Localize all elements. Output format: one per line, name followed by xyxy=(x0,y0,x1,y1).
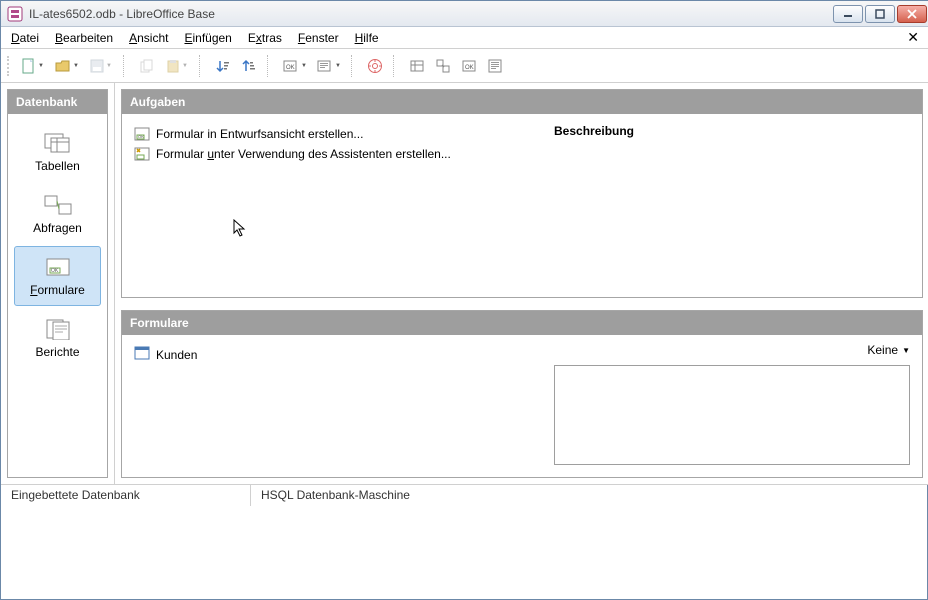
menubar: DDateiatei Bearbeiten Ansicht Einfügen E… xyxy=(1,27,928,49)
menu-view[interactable]: Ansicht xyxy=(123,29,174,47)
titlebar: IL-ates6502.odb - LibreOffice Base xyxy=(1,1,928,27)
tasks-panel: Aufgaben OK Formular in Entwurfsansicht … xyxy=(121,89,923,298)
toolbar-separator xyxy=(393,55,399,77)
description-header: Beschreibung xyxy=(554,124,910,138)
sort-descending-button[interactable] xyxy=(237,54,261,78)
menu-insert[interactable]: Einfügen xyxy=(178,29,237,47)
forms-header: Formulare xyxy=(122,311,922,335)
menu-help[interactable]: Hilfe xyxy=(349,29,385,47)
nav-queries-label: Abfragen xyxy=(33,221,82,235)
tasks-list: OK Formular in Entwurfsansicht erstellen… xyxy=(122,114,542,297)
minimize-button[interactable] xyxy=(833,5,863,23)
nav-tables-label: Tabellen xyxy=(35,159,80,173)
status-engine: HSQL Datenbank-Maschine xyxy=(251,485,928,506)
tasks-header: Aufgaben xyxy=(122,90,922,114)
reports-icon xyxy=(42,317,74,341)
queries-icon xyxy=(42,193,74,217)
svg-text:OK: OK xyxy=(286,65,295,71)
nav-queries[interactable]: Abfragen xyxy=(14,184,101,244)
document-close-icon[interactable]: ✕ xyxy=(901,29,925,46)
open-button[interactable]: ▼ xyxy=(51,54,83,78)
task-create-wizard[interactable]: Formular unter Verwendung des Assistente… xyxy=(134,144,530,164)
menu-edit[interactable]: Bearbeiten xyxy=(49,29,119,47)
nav-forms-label: Formulare xyxy=(30,283,85,297)
new-form-button[interactable]: OK▼ xyxy=(279,54,311,78)
nav-tables[interactable]: Tabellen xyxy=(14,122,101,182)
window-title: IL-ates6502.odb - LibreOffice Base xyxy=(29,7,215,21)
new-report-button[interactable]: ▼ xyxy=(313,54,345,78)
forms-icon: OK xyxy=(42,255,74,279)
paste-button[interactable]: ▼ xyxy=(161,54,193,78)
forms-panel: Formulare Kunden Keine ▼ xyxy=(121,310,923,478)
tables-icon xyxy=(42,131,74,155)
sidebar-header: Datenbank xyxy=(8,90,107,114)
svg-text:OK: OK xyxy=(138,134,144,139)
form-wizard-icon xyxy=(134,146,150,162)
chevron-down-icon: ▼ xyxy=(902,346,910,355)
forms-list: Kunden xyxy=(122,335,542,477)
sort-ascending-button[interactable] xyxy=(211,54,235,78)
form-item-label: Kunden xyxy=(156,348,197,362)
window-controls xyxy=(833,5,927,23)
maximize-button[interactable] xyxy=(865,5,895,23)
form-item-kunden[interactable]: Kunden xyxy=(134,343,530,366)
menu-window[interactable]: Fenster xyxy=(292,29,345,47)
copy-button[interactable] xyxy=(135,54,159,78)
tasks-description: Beschreibung xyxy=(542,114,922,297)
form-icon xyxy=(134,345,150,364)
new-table-button[interactable] xyxy=(405,54,429,78)
form-design-icon: OK xyxy=(134,126,150,142)
svg-text:OK: OK xyxy=(465,65,474,71)
toolbar-grip-icon xyxy=(7,56,11,76)
preview-mode-label: Keine xyxy=(867,343,898,357)
help-button[interactable] xyxy=(363,54,387,78)
preview-area xyxy=(554,365,910,465)
form-icon-button[interactable]: OK xyxy=(457,54,481,78)
sidebar: Datenbank Tabellen Abfragen OK Formulare… xyxy=(1,83,115,484)
toolbar-separator xyxy=(199,55,205,77)
task-create-wizard-label: Formular unter Verwendung des Assistente… xyxy=(156,147,451,161)
toolbar: ▼ ▼ ▼ ▼ OK▼ ▼ OK xyxy=(1,49,928,83)
nav-forms[interactable]: OK Formulare Formulare xyxy=(14,246,101,306)
app-icon xyxy=(7,6,23,22)
status-embedded: Eingebettete Datenbank xyxy=(1,485,251,506)
nav-reports[interactable]: Berichte xyxy=(14,308,101,368)
nav-list: Tabellen Abfragen OK Formulare Formulare… xyxy=(8,114,107,477)
toolbar-separator xyxy=(267,55,273,77)
preview-mode-dropdown[interactable]: Keine ▼ xyxy=(867,343,910,357)
close-button[interactable] xyxy=(897,5,927,23)
new-document-button[interactable]: ▼ xyxy=(17,54,49,78)
new-query-button[interactable] xyxy=(431,54,455,78)
toolbar-separator xyxy=(351,55,357,77)
statusbar: Eingebettete Datenbank HSQL Datenbank-Ma… xyxy=(1,484,928,506)
task-create-design-view[interactable]: OK Formular in Entwurfsansicht erstellen… xyxy=(134,124,530,144)
sidebar-panel: Datenbank Tabellen Abfragen OK Formulare… xyxy=(7,89,108,478)
task-create-design-view-label: Formular in Entwurfsansicht erstellen... xyxy=(156,127,363,141)
toolbar-separator xyxy=(123,55,129,77)
menu-tools[interactable]: Extras xyxy=(242,29,288,47)
svg-text:OK: OK xyxy=(51,268,59,274)
save-button[interactable]: ▼ xyxy=(85,54,117,78)
content: Aufgaben OK Formular in Entwurfsansicht … xyxy=(115,83,928,484)
report-icon-button[interactable] xyxy=(483,54,507,78)
main-area: Datenbank Tabellen Abfragen OK Formulare… xyxy=(1,83,928,484)
nav-reports-label: Berichte xyxy=(35,345,79,359)
menu-file[interactable]: DDateiatei xyxy=(5,29,45,47)
